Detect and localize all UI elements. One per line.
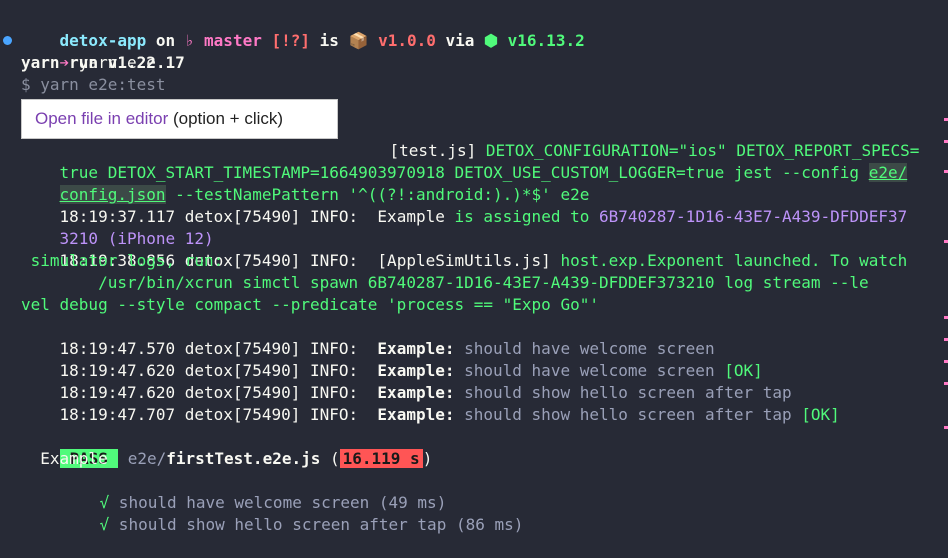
scroll-marker [944,316,948,319]
log-line: /usr/bin/xcrun simctl spawn 6B740287-1D1… [21,273,869,292]
scroll-marker [944,140,948,143]
test-suite-name: Example [21,449,108,468]
test-file-name: firstTest.e2e.js [166,449,321,468]
prompt-line: detox-app on ♭ master [!?] is 📦 v1.0.0 v… [59,31,585,50]
script-line: $ yarn e2e:test [21,75,166,94]
log-line: 18:19:47.570 detox[75490] INFO: Example:… [59,339,715,358]
node-icon: ⬢ [484,31,499,50]
node-version: v16.13.2 [498,31,585,50]
log-line: 18:19:47.620 detox[75490] INFO: Example:… [59,361,763,380]
tooltip-action[interactable]: Open file in editor [35,109,168,128]
log-line: simulator logs, run: [21,251,224,270]
test-case-line: √ should show hello screen after tap (86… [99,515,524,534]
package-icon: 📦 [348,31,369,50]
scroll-marker [944,360,948,363]
scroll-marker [944,118,948,121]
log-line: 18:19:37.117 detox[75490] INFO: Example … [59,207,908,226]
test-result-line: PASS e2e/firstTest.e2e.js (16.119 s) [21,426,432,468]
scroll-marker [944,338,948,341]
log-line: 18:19:47.620 detox[75490] INFO: Example:… [59,383,792,402]
package-version: v1.0.0 [368,31,446,50]
command-output-line: config.json --testNamePattern '^((?!:and… [59,185,590,204]
log-line: 3210 (iPhone 12) [59,229,214,248]
prompt-marker-icon [3,36,12,45]
git-branch-icon: ♭ [184,31,195,50]
duration-badge: 16.119 s [339,449,423,468]
command-output-line: [test.js] DETOX_CONFIGURATION="ios" DETO… [389,141,920,160]
git-status: [!?] [271,31,310,50]
test-case-line: √ should have welcome screen (49 ms) [99,493,447,512]
command-line: ➔ yarn e2e [21,30,156,72]
checkmark-icon: √ [99,515,110,534]
scroll-marker [944,426,948,429]
git-branch: master [194,31,272,50]
scroll-marker [944,170,948,173]
log-line: 18:19:47.707 detox[75490] INFO: Example:… [59,405,840,424]
terminal-window[interactable]: detox-app on ♭ master [!?] is 📦 v1.0.0 v… [0,0,948,534]
tooltip-hint: (option + click) [168,109,284,128]
log-line: vel debug --style compact --predicate 'p… [21,295,599,314]
yarn-version-line: yarn run v1.22.17 [21,53,185,72]
open-file-tooltip[interactable]: Open file in editor (option + click) [21,99,338,139]
scroll-marker [944,240,948,243]
scrollbar[interactable] [944,0,948,514]
config-file-link[interactable]: e2e/ [868,163,908,182]
scroll-marker [944,382,948,385]
log-line: 18:19:38.856 detox[75490] INFO: [AppleSi… [59,251,908,270]
command-output-line: true DETOX_START_TIMESTAMP=1664903970918… [59,163,908,182]
